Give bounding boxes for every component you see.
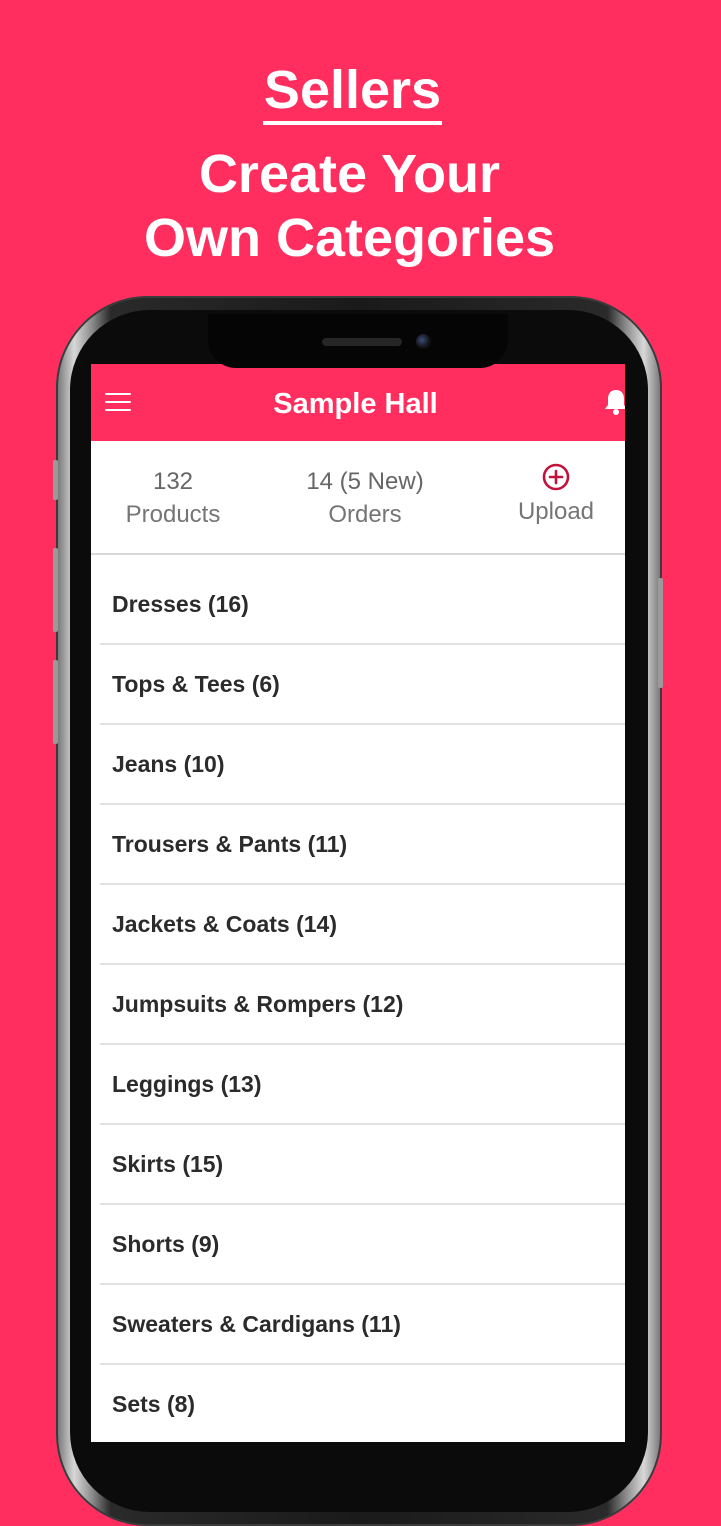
bell-icon[interactable] (603, 388, 625, 416)
phone-power-button (658, 578, 663, 688)
category-item-sweaters-cardigans[interactable]: Sweaters & Cardigans (11) (100, 1285, 625, 1365)
category-item-jumpsuits-rompers[interactable]: Jumpsuits & Rompers (12) (100, 965, 625, 1045)
plus-circle-icon (542, 463, 570, 491)
orders-label: Orders (328, 501, 402, 528)
promo-headline-line-1: Create Your (198, 144, 501, 204)
category-item-jeans[interactable]: Jeans (10) (100, 725, 625, 805)
promo-headline-line-2: Own Categories (143, 208, 556, 268)
phone-volume-up-button (53, 548, 58, 632)
stat-orders[interactable]: 14 (5 New) Orders (275, 465, 455, 531)
category-item-dresses[interactable]: Dresses (16) (100, 565, 625, 645)
phone-volume-down-button (53, 660, 58, 744)
products-count: 132 (152, 468, 194, 495)
stat-products[interactable]: 132 Products (95, 465, 251, 531)
category-item-jackets-coats[interactable]: Jackets & Coats (14) (100, 885, 625, 965)
promo-kicker: Sellers (0, 58, 705, 125)
app-screen: Sample Hall 132 Products 14 (5 New) Orde… (91, 364, 625, 1442)
promo-headline: Create Your Own Categories (0, 142, 699, 270)
app-title: Sample Hall (273, 388, 438, 420)
upload-button[interactable]: Upload (481, 463, 625, 528)
phone-mute-switch (53, 460, 58, 500)
upload-label: Upload (517, 498, 595, 525)
app-bar: Sample Hall (91, 364, 625, 441)
phone-camera (416, 334, 431, 349)
seller-stats-bar: 132 Products 14 (5 New) Orders Upload (91, 441, 625, 555)
category-item-leggings[interactable]: Leggings (13) (100, 1045, 625, 1125)
category-item-trousers-pants[interactable]: Trousers & Pants (11) (100, 805, 625, 885)
category-item-sets[interactable]: Sets (8) (100, 1365, 625, 1442)
category-item-shorts[interactable]: Shorts (9) (100, 1205, 625, 1285)
orders-count: 14 (5 New) (306, 468, 424, 495)
phone-speaker (322, 338, 402, 346)
promo-kicker-text: Sellers (262, 59, 443, 125)
category-item-skirts[interactable]: Skirts (15) (100, 1125, 625, 1205)
category-item-tops-tees[interactable]: Tops & Tees (6) (100, 645, 625, 725)
category-list: Dresses (16) Tops & Tees (6) Jeans (10) … (91, 565, 625, 1442)
products-label: Products (125, 501, 221, 528)
